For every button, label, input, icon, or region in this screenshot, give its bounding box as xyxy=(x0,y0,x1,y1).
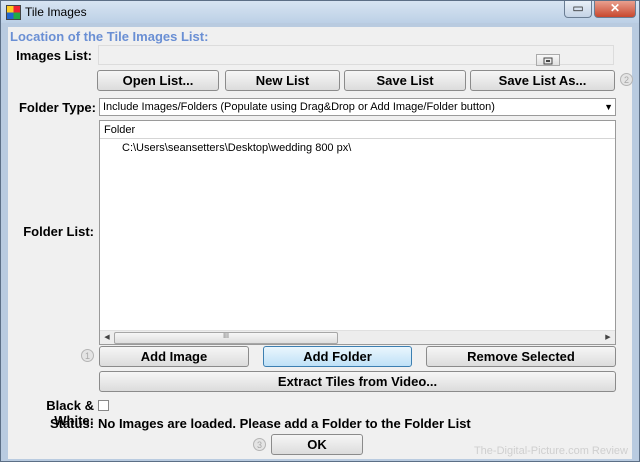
status-text: No Images are loaded. Please add a Folde… xyxy=(98,416,471,431)
window-title: Tile Images xyxy=(25,5,87,19)
minimize-button[interactable]: ▭ xyxy=(564,1,592,18)
close-icon: ✕ xyxy=(609,1,621,15)
new-list-button[interactable]: New List xyxy=(225,70,340,91)
folder-type-selected: Include Images/Folders (Populate using D… xyxy=(103,101,495,113)
restore-icon: ▭ xyxy=(572,1,584,15)
close-button[interactable]: ✕ xyxy=(594,1,636,18)
remove-selected-button[interactable]: Remove Selected xyxy=(426,346,616,367)
step-marker-3: 3 xyxy=(253,438,266,451)
images-list-browse-button[interactable] xyxy=(536,54,560,66)
black-white-checkbox[interactable] xyxy=(98,400,109,411)
add-folder-button[interactable]: Add Folder xyxy=(263,346,412,367)
step-marker-1: 1 xyxy=(81,349,94,362)
ok-button[interactable]: OK xyxy=(271,434,363,455)
save-list-as-button[interactable]: Save List As... xyxy=(470,70,615,91)
scroll-thumb[interactable]: III xyxy=(114,332,338,344)
open-list-button[interactable]: Open List... xyxy=(97,70,219,91)
folder-column-header[interactable]: Folder xyxy=(100,121,615,139)
images-list-label: Images List: xyxy=(16,48,92,63)
folder-list[interactable]: Folder C:\Users\seansetters\Desktop\wedd… xyxy=(99,120,616,345)
app-icon xyxy=(6,5,21,20)
list-item[interactable]: C:\Users\seansetters\Desktop\wedding 800… xyxy=(122,142,351,154)
status-label: Status: xyxy=(49,416,94,431)
watermark: The-Digital-Picture.com Review xyxy=(473,445,628,457)
tile-images-window: Tile Images ▭ ✕ Location of the Tile Ima… xyxy=(0,0,640,462)
save-list-button[interactable]: Save List xyxy=(344,70,466,91)
folder-list-label: Folder List: xyxy=(23,224,94,239)
scroll-right-icon[interactable]: ▶ xyxy=(601,331,615,344)
folder-type-label: Folder Type: xyxy=(18,100,96,115)
folder-browse-icon xyxy=(543,57,553,65)
section-heading: Location of the Tile Images List: xyxy=(10,29,209,44)
extract-tiles-button[interactable]: Extract Tiles from Video... xyxy=(99,371,616,392)
title-bar[interactable]: Tile Images ▭ ✕ xyxy=(1,1,639,23)
horizontal-scrollbar[interactable]: ◀ III ▶ xyxy=(100,330,615,344)
step-marker-2: 2 xyxy=(620,73,633,86)
add-image-button[interactable]: Add Image xyxy=(99,346,249,367)
dialog-body: Location of the Tile Images List: Images… xyxy=(8,27,633,459)
folder-type-select[interactable]: Include Images/Folders (Populate using D… xyxy=(99,98,616,116)
scroll-left-icon[interactable]: ◀ xyxy=(100,331,114,344)
dropdown-arrow-icon: ▼ xyxy=(604,102,613,112)
